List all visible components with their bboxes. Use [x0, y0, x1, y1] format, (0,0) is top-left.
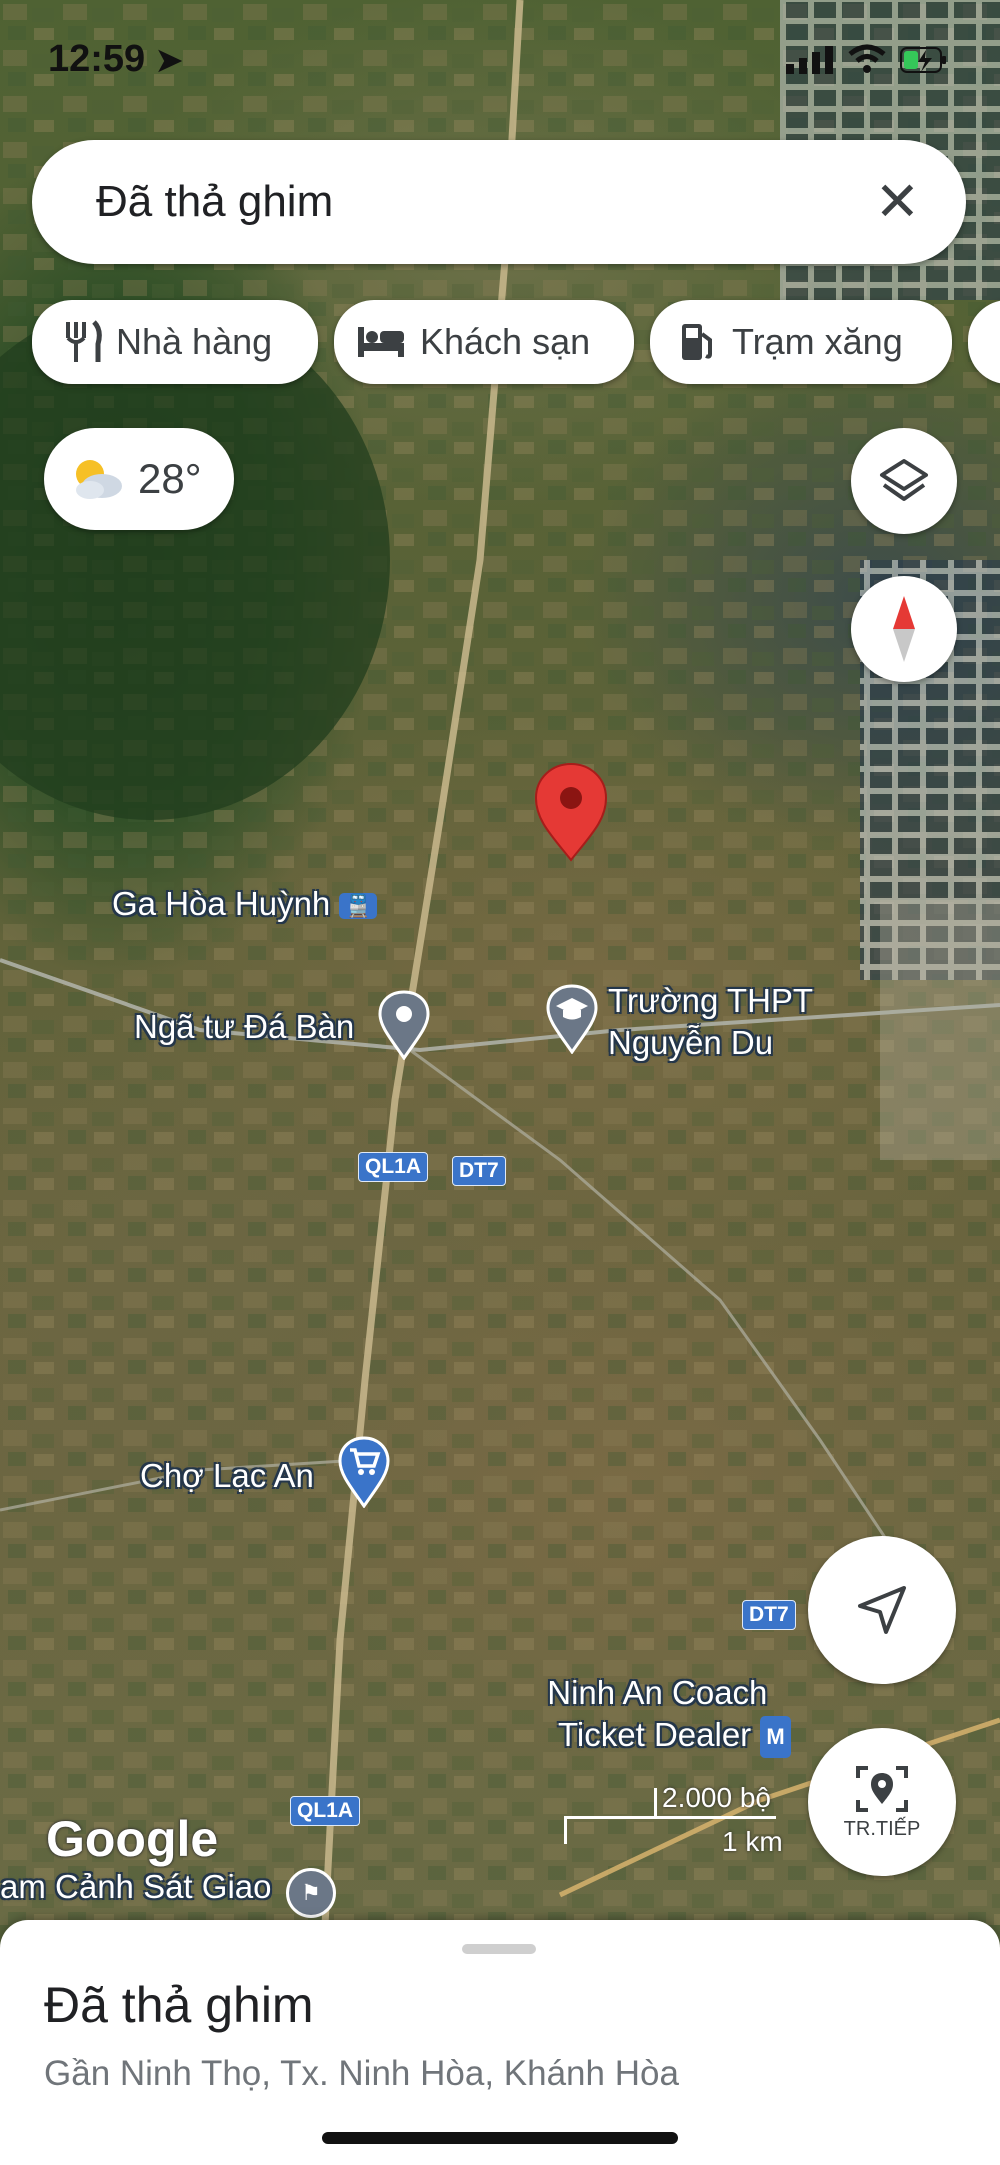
wifi-icon: [848, 44, 886, 73]
gas-station-icon: [682, 324, 712, 360]
label-nguyen-du-school[interactable]: Trường THPT Nguyễn Du: [608, 980, 813, 1064]
road-shield-ql1a: QL1A: [290, 1796, 361, 1826]
scale-bar: 2.000 bộ 1 km: [564, 1782, 784, 1862]
google-logo: Google: [46, 1811, 219, 1867]
road-shield-dt7: DT7: [742, 1600, 796, 1630]
live-view-label: TR.TIẾP: [843, 1817, 921, 1840]
sheet-subtitle: Gần Ninh Thọ, Tx. Ninh Hòa, Khánh Hòa: [44, 2054, 679, 2093]
layers-button[interactable]: [851, 428, 957, 534]
label-da-ban-intersection[interactable]: Ngã tư Đá Bàn: [134, 1008, 354, 1046]
partly-cloudy-icon: [76, 460, 122, 499]
label-ninh-an-coach[interactable]: Ninh An Coach Ticket Dealer M: [524, 1672, 791, 1759]
place-sheet[interactable]: Đã thả ghim Gần Ninh Thọ, Tx. Ninh Hòa, …: [0, 1920, 1000, 2165]
restaurant-icon: [66, 320, 102, 362]
shopping-cart-icon: [338, 1436, 390, 1509]
scale-top-label: 2.000 bộ: [662, 1782, 771, 1813]
place-pin-icon: [378, 990, 430, 1061]
label-lac-an-market[interactable]: Chợ Lạc An: [140, 1457, 314, 1495]
my-location-button[interactable]: [808, 1536, 956, 1684]
location-arrow-icon: ➤: [155, 42, 183, 78]
cellular-signal-icon: [786, 46, 833, 74]
status-icons: [786, 44, 948, 74]
train-icon: 🚆: [339, 893, 377, 920]
status-time: 12:59: [48, 38, 146, 80]
compass-icon: [893, 596, 915, 662]
chip-label: Trạm xăng: [732, 321, 903, 362]
market-marker[interactable]: [338, 1436, 390, 1509]
chip-restaurants[interactable]: Nhà hàng: [32, 300, 318, 384]
chip-label: Khách sạn: [420, 321, 591, 362]
weather-temp: 28°: [138, 455, 202, 502]
school-marker[interactable]: [546, 984, 598, 1055]
home-indicator: [322, 2132, 678, 2144]
search-text: Đã thả ghim: [96, 177, 334, 226]
hotel-icon: [358, 327, 404, 357]
road-shield-ql1a: QL1A: [358, 1152, 429, 1182]
scale-bottom-label: 1 km: [722, 1826, 783, 1857]
police-marker[interactable]: ⚑: [286, 1868, 336, 1918]
close-icon[interactable]: ✕: [875, 175, 920, 229]
compass-button[interactable]: [851, 576, 957, 682]
chip-gas-stations[interactable]: Trạm xăng: [650, 300, 952, 384]
bus-station-icon: M: [760, 1716, 791, 1759]
battery-charging-icon: [900, 47, 946, 73]
live-view-icon: [856, 1765, 908, 1812]
chip-label: Nhà hàng: [116, 321, 273, 362]
sheet-drag-handle[interactable]: [462, 1944, 536, 1954]
search-bar[interactable]: Đã thả ghim ✕: [32, 140, 966, 264]
status-bar: 12:59 ➤: [48, 38, 183, 81]
label-traffic-police[interactable]: am Cảnh Sát Giao: [0, 1868, 271, 1906]
navigation-arrow-icon: [858, 1586, 906, 1634]
layers-icon: [880, 459, 928, 501]
satellite-map[interactable]: 12:59 ➤ Đã thả ghim ✕ Nhà hàng Khách sạn…: [0, 0, 1000, 1925]
road-shield-dt7: DT7: [452, 1156, 506, 1186]
label-hoa-huynh-station[interactable]: Ga Hòa Huỳnh 🚆: [112, 885, 377, 923]
police-icon: ⚑: [301, 1880, 321, 1905]
intersection-marker[interactable]: [378, 990, 430, 1061]
sheet-title: Đã thả ghim: [44, 1977, 314, 2033]
chip-hotels[interactable]: Khách sạn: [334, 300, 634, 384]
weather-chip[interactable]: 28°: [44, 428, 234, 530]
school-icon: [546, 984, 598, 1055]
live-view-button[interactable]: TR.TIẾP: [808, 1728, 956, 1876]
